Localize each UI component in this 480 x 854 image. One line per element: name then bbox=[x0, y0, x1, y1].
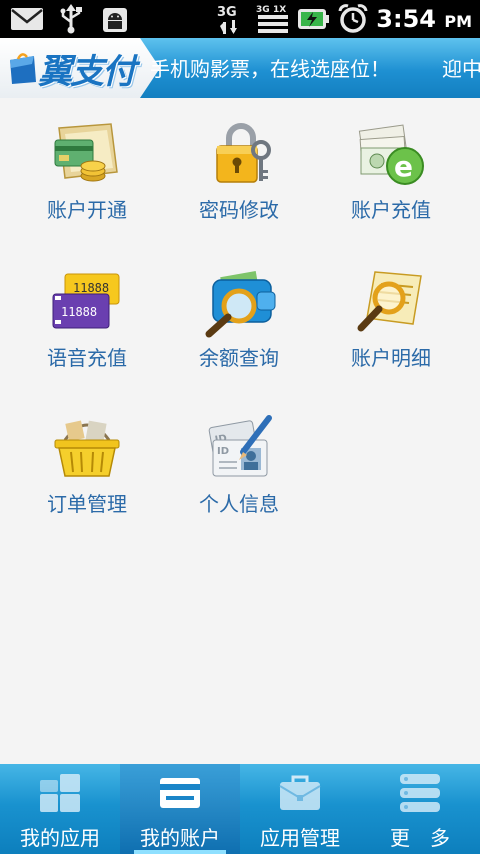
my-apps-icon bbox=[40, 774, 80, 812]
grid-item-label: 密码修改 bbox=[199, 198, 279, 222]
grid-item-label: 语音充值 bbox=[47, 346, 127, 370]
personal-info-icon: ID ID bbox=[208, 415, 272, 477]
balance-query-icon bbox=[205, 270, 276, 338]
grid-item-order-manage[interactable]: 订单管理 bbox=[12, 414, 162, 544]
tab-my-account[interactable]: 我的账户 bbox=[120, 764, 240, 854]
grid-item-account-open[interactable]: 账户开通 bbox=[12, 120, 162, 250]
grid-item-balance-query[interactable]: 余额查询 bbox=[164, 268, 314, 398]
account-recharge-icon: e bbox=[358, 124, 424, 185]
tab-more[interactable]: 更 多 bbox=[360, 764, 480, 854]
grid-item-voice-recharge[interactable]: 11888 11888 语音充值 bbox=[12, 268, 162, 398]
grid-item-label: 个人信息 bbox=[199, 492, 279, 516]
tab-label: 应用管理 bbox=[260, 826, 340, 850]
svg-text:11888: 11888 bbox=[73, 281, 109, 295]
svg-text:3G: 3G bbox=[217, 5, 237, 20]
tab-label: 我的应用 bbox=[20, 826, 100, 850]
alarm-icon bbox=[336, 4, 370, 34]
grid-item-account-recharge[interactable]: e 账户充值 bbox=[316, 120, 466, 250]
wallet-bag-icon bbox=[10, 53, 36, 84]
svg-text:3G: 3G bbox=[256, 5, 270, 15]
password-lock-icon bbox=[216, 123, 271, 183]
more-icon bbox=[400, 774, 440, 812]
status-clock: 3:54 PM bbox=[376, 5, 472, 33]
marquee-text: 手机购影票，在线选座位！ bbox=[150, 57, 390, 81]
bottom-tab-bar: 我的应用 我的账户 应用管理 更 多 bbox=[0, 764, 480, 854]
tab-label: 我的账户 bbox=[140, 826, 220, 850]
logo-plate: 翼支付 bbox=[0, 38, 160, 98]
voice-recharge-icon: 11888 11888 bbox=[52, 273, 120, 329]
tab-label: 更 多 bbox=[390, 826, 450, 850]
app-logo: 翼支付 bbox=[38, 52, 136, 92]
grid-item-label: 账户充值 bbox=[351, 198, 431, 222]
account-detail-icon bbox=[357, 271, 422, 332]
marquee-text-next: 迎中 bbox=[442, 57, 480, 81]
mail-icon bbox=[10, 4, 44, 34]
svg-text:11888: 11888 bbox=[61, 305, 97, 319]
grid-item-label: 余额查询 bbox=[199, 346, 279, 370]
svg-text:e: e bbox=[394, 150, 413, 183]
grid-item-account-detail[interactable]: 账户明细 bbox=[316, 268, 466, 398]
grid-item-label: 账户明细 bbox=[351, 346, 431, 370]
android-debug-icon bbox=[98, 4, 132, 34]
battery-charging-icon bbox=[296, 4, 330, 34]
order-basket-icon bbox=[54, 420, 120, 477]
header-banner: 翼支付 手机购影票，在线选座位！ 迎中 bbox=[0, 38, 480, 98]
tab-my-apps[interactable]: 我的应用 bbox=[0, 764, 120, 854]
my-account-icon bbox=[160, 778, 200, 808]
account-open-icon bbox=[54, 123, 118, 182]
tab-app-manage[interactable]: 应用管理 bbox=[240, 764, 360, 854]
signal-3g-1x-icon: 3G 1X bbox=[256, 4, 290, 34]
status-bar: 3G 3G 1X 3:54 PM bbox=[0, 0, 480, 38]
grid-item-label: 账户开通 bbox=[47, 198, 127, 222]
app-manage-icon bbox=[279, 775, 321, 810]
grid-item-personal-info[interactable]: ID ID 个人信息 bbox=[164, 414, 314, 544]
grid-item-password-change[interactable]: 密码修改 bbox=[164, 120, 314, 250]
svg-text:1X: 1X bbox=[273, 5, 286, 15]
grid-item-label: 订单管理 bbox=[47, 492, 127, 516]
usb-icon bbox=[54, 4, 88, 34]
3g-data-icon: 3G bbox=[216, 4, 250, 34]
svg-text:ID: ID bbox=[217, 446, 229, 457]
